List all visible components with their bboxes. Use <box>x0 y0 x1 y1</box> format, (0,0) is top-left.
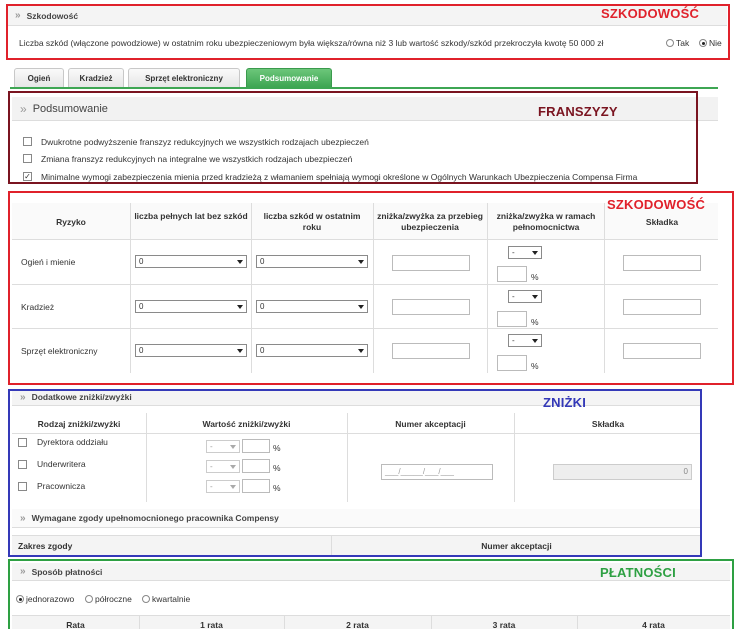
annotation-box-szkodowosc-table <box>8 191 734 385</box>
tab-ogien[interactable]: Ogień <box>14 68 64 87</box>
tab-podsumowanie[interactable]: Podsumowanie <box>246 68 332 87</box>
annotation-szkodowosc-top: SZKODOWOŚĆ <box>601 6 700 21</box>
annotation-franszyzy: FRANSZYZY <box>538 104 618 119</box>
tab-sprzet-elektroniczny[interactable]: Sprzęt elektroniczny <box>128 68 240 87</box>
annotation-platnosci: PŁATNOŚCI <box>600 565 676 580</box>
tab-kradziez[interactable]: Kradzież <box>68 68 124 87</box>
annotation-szkodowosc-table: SZKODOWOŚĆ <box>607 197 706 212</box>
annotation-znizki: ZNIŻKI <box>543 395 587 410</box>
annotation-box-znizki <box>8 389 702 557</box>
tabs-baseline <box>10 87 718 89</box>
